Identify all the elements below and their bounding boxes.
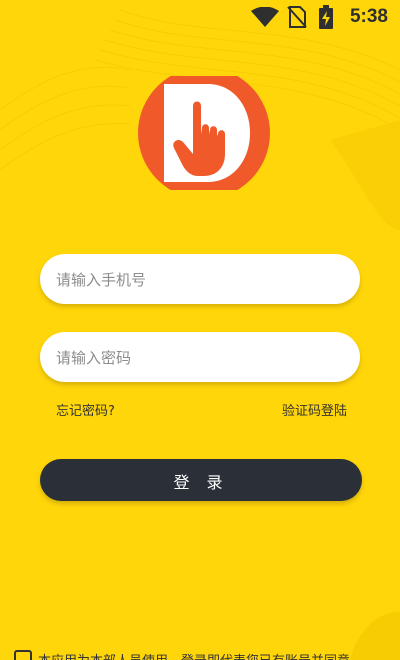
- password-input[interactable]: 请输入密码: [40, 332, 360, 382]
- phone-input[interactable]: 请输入手机号: [40, 254, 360, 304]
- forgot-password-link[interactable]: 忘记密码?: [56, 400, 115, 419]
- agreement-checkbox[interactable]: [14, 650, 32, 660]
- login-button-label: 登 录: [173, 473, 229, 492]
- password-placeholder: 请输入密码: [56, 349, 132, 367]
- battery-charging-icon: [319, 5, 333, 29]
- status-bar: 5:38: [0, 0, 400, 36]
- hand-pointer-logo: [138, 76, 270, 190]
- phone-placeholder: 请输入手机号: [56, 271, 147, 289]
- wifi-icon: [251, 7, 279, 27]
- login-button[interactable]: 登 录: [40, 459, 362, 501]
- status-time: 5:38: [349, 6, 388, 27]
- no-sim-icon: [287, 6, 307, 28]
- pointing-hand-icon: [164, 84, 250, 182]
- code-login-link[interactable]: 验证码登陆: [282, 400, 347, 419]
- agreement-row: 本应用为本部人员使用，登录即代表您已有账号并同意: [14, 648, 400, 660]
- agreement-text: 本应用为本部人员使用，登录即代表您已有账号并同意: [38, 650, 350, 660]
